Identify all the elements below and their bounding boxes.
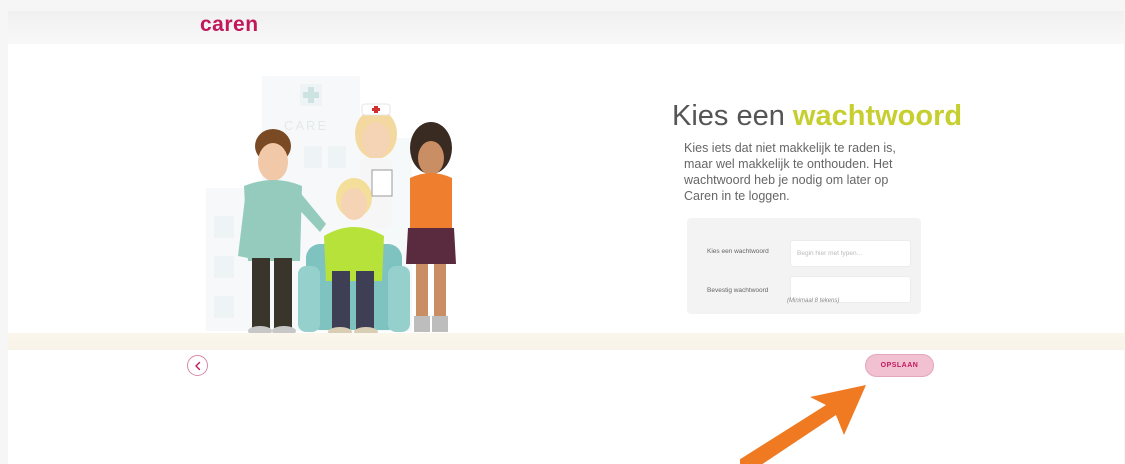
page-title: Kies een wachtwoord [672,100,962,133]
save-button[interactable]: OPSLAAN [865,354,934,377]
bottom-bar [8,333,1124,350]
confirm-password-label: Bevestig wachtwoord [707,287,769,294]
svg-text:CARE: CARE [284,118,328,133]
title-accent: wachtwoord [792,100,963,132]
back-button[interactable] [187,355,208,376]
password-label: Kies een wachtwoord [707,248,769,255]
care-team-illustration: CARE [206,76,456,337]
password-input[interactable] [790,240,911,267]
password-form: Kies een wachtwoord Bevestig wachtwoord … [687,218,921,314]
top-bar: caren [8,11,1124,44]
page-description: Kies iets dat niet makkelijk te raden is… [684,141,896,203]
page: caren CARE Kies een wachtwoord Kies iets… [8,11,1124,464]
chevron-left-icon [194,361,200,370]
caren-logo[interactable]: caren [200,11,259,39]
arrow-up-right-icon [740,385,866,464]
password-hint: (Minimaal 8 tekens) [787,298,840,304]
title-prefix: Kies een [672,100,785,132]
